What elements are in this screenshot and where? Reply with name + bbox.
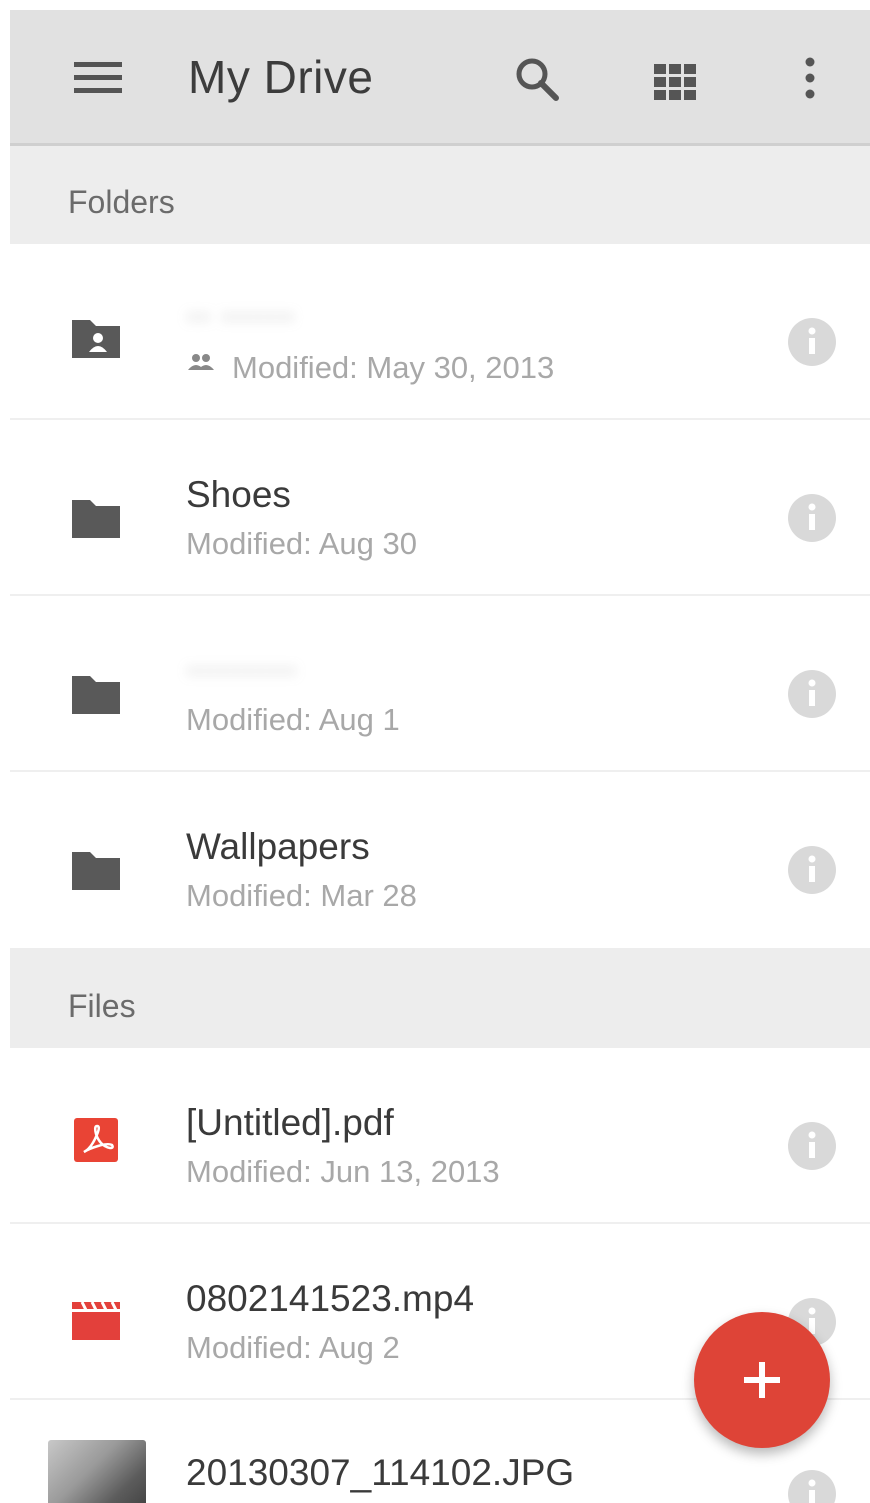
folder-modified: Modified: Aug 1 (186, 702, 400, 737)
drive-screen: My Drive Folders ·· ······ Modified: May… (10, 10, 870, 1503)
app-bar: My Drive (10, 10, 870, 146)
folder-item[interactable]: ·· ······ Modified: May 30, 2013 (10, 244, 870, 420)
shared-folder-icon (68, 308, 124, 364)
folder-item[interactable]: ········· Modified: Aug 1 (10, 596, 870, 772)
file-modified: Modified: Jun 13, 2013 (186, 1154, 500, 1189)
files-section-header: Files (10, 948, 870, 1048)
image-thumbnail (48, 1440, 146, 1503)
folder-icon (68, 488, 124, 544)
hamburger-menu-icon[interactable] (70, 58, 126, 98)
file-item[interactable]: [Untitled].pdf Modified: Jun 13, 2013 (10, 1048, 870, 1224)
folder-modified: Modified: May 30, 2013 (232, 350, 555, 385)
shared-people-icon (186, 350, 216, 374)
file-name: 0802141523.mp4 (186, 1278, 475, 1319)
add-icon (744, 1362, 780, 1398)
folder-item[interactable]: Shoes Modified: Aug 30 (10, 420, 870, 596)
folder-icon (68, 840, 124, 896)
folder-name: Shoes (186, 474, 291, 515)
file-name: 20130307_114102.JPG (186, 1452, 575, 1493)
info-icon[interactable] (786, 844, 838, 896)
folders-label: Folders (68, 184, 175, 220)
page-title: My Drive (188, 51, 374, 103)
folder-name: ········· (186, 648, 297, 689)
info-icon[interactable] (786, 316, 838, 368)
grid-view-icon[interactable] (650, 56, 704, 110)
file-modified: Modified: Aug 2 (186, 1330, 400, 1365)
folder-name: Wallpapers (186, 826, 370, 867)
add-button[interactable] (694, 1312, 830, 1448)
info-icon[interactable] (786, 668, 838, 720)
info-icon[interactable] (786, 1468, 838, 1503)
files-label: Files (68, 988, 136, 1024)
folder-modified: Modified: Aug 30 (186, 526, 417, 561)
more-vert-icon[interactable] (788, 52, 832, 106)
pdf-icon (68, 1112, 124, 1168)
file-name: [Untitled].pdf (186, 1102, 394, 1143)
info-icon[interactable] (786, 1120, 838, 1172)
info-icon[interactable] (786, 492, 838, 544)
folder-icon (68, 664, 124, 720)
folders-section-header: Folders (10, 146, 870, 244)
video-icon (68, 1290, 124, 1346)
folder-name: ·· ······ (186, 294, 295, 335)
folder-modified: Modified: Mar 28 (186, 878, 417, 913)
folder-item[interactable]: Wallpapers Modified: Mar 28 (10, 772, 870, 948)
search-icon[interactable] (510, 52, 564, 106)
